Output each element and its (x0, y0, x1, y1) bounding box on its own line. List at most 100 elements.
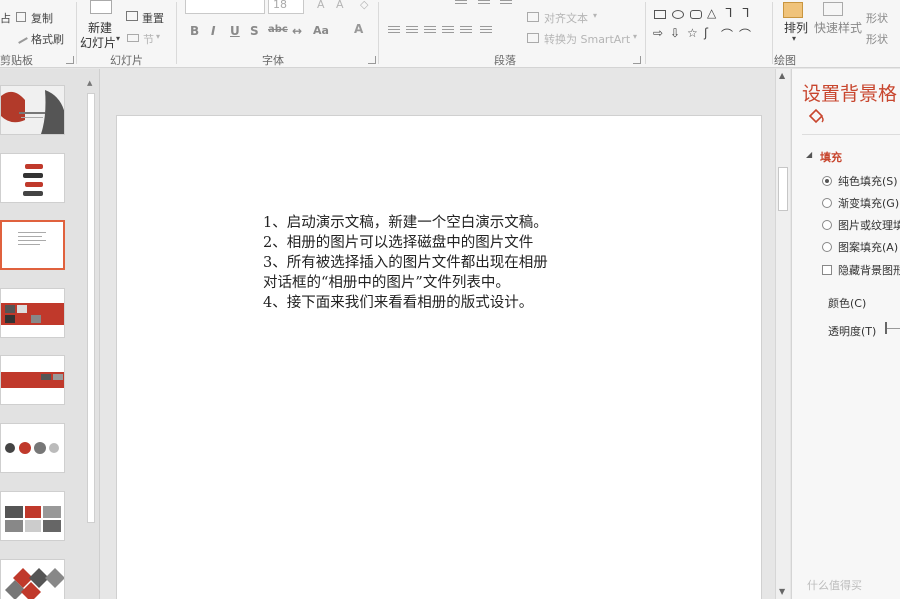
paint-bucket-icon[interactable] (806, 107, 826, 127)
font-size-input[interactable]: 18 (268, 0, 304, 14)
slide-scroll-thumb[interactable] (778, 167, 788, 211)
line-spacing-icon[interactable] (500, 0, 512, 10)
slide-text-box[interactable]: 1、启动演示文稿，新建一个空白演示文稿。 2、相册的图片可以选择磁盘中的图片文件… (263, 213, 553, 313)
quick-styles-button[interactable]: 快速样式 (814, 19, 862, 36)
curve-shape-icon[interactable]: ʃ (704, 26, 708, 40)
down-arrow-shape-icon[interactable]: ⇩ (670, 26, 680, 40)
arc-shape-icon[interactable]: ⌒ (721, 26, 733, 43)
thumbnail-scroll-thumb[interactable] (87, 93, 95, 523)
slide-paragraph[interactable]: 3、所有被选择插入的图片文件都出现在相册对话框的“相册中的图片”文件列表中。 (263, 253, 553, 293)
scroll-up-arrow-icon[interactable]: ▲ (87, 79, 92, 87)
clipboard-launcher-icon[interactable] (66, 56, 74, 64)
slide-editing-area: 1、启动演示文稿，新建一个空白演示文稿。 2、相册的图片可以选择磁盘中的图片文件… (101, 69, 775, 599)
chevron-down-icon: ▾ (593, 11, 598, 20)
align-text-button[interactable]: 对齐文本 (544, 10, 588, 26)
oval-shape-icon[interactable] (672, 10, 684, 19)
divider (802, 134, 900, 135)
new-slide-dropdown[interactable]: 幻灯片 (80, 34, 116, 51)
underline-button[interactable]: U (230, 24, 240, 38)
pattern-fill-radio[interactable] (822, 242, 832, 252)
shape-fill-button[interactable]: 形状 (866, 10, 888, 26)
paragraph-launcher-icon[interactable] (633, 56, 641, 64)
paste-fragment[interactable]: 占 (0, 10, 11, 26)
separator (76, 2, 77, 64)
slide-thumbnail-5[interactable] (0, 355, 65, 405)
picture-fill-label[interactable]: 图片或纹理填 (838, 217, 900, 233)
shape-outline-button[interactable]: 形状 (866, 31, 888, 47)
indent-icon[interactable] (455, 0, 467, 10)
slide-thumbnail-3[interactable] (0, 220, 65, 270)
slide-thumbnail-8[interactable] (0, 559, 65, 599)
thumbnail-scrollbar[interactable]: ▲ (84, 79, 98, 599)
section-button[interactable]: 节 (143, 31, 154, 47)
format-painter-icon (14, 30, 28, 44)
format-painter-button[interactable]: 格式刷 (31, 31, 64, 47)
solid-fill-radio[interactable] (822, 176, 832, 186)
font-launcher-icon[interactable] (368, 56, 376, 64)
slide-paragraph[interactable]: 2、相册的图片可以选择磁盘中的图片文件 (263, 233, 553, 253)
thumb-4-art (1, 303, 64, 325)
justify-icon[interactable] (442, 26, 454, 36)
shrink-font-icon[interactable]: A (336, 0, 344, 11)
align-center-icon[interactable] (406, 26, 418, 36)
shadow-button[interactable]: S (250, 24, 259, 38)
align-right-icon[interactable] (424, 26, 436, 36)
italic-button[interactable]: I (211, 24, 215, 38)
strikethrough-button[interactable]: abc (268, 24, 288, 35)
gradient-fill-radio[interactable] (822, 198, 832, 208)
char-spacing-icon[interactable]: ↔ (292, 24, 302, 38)
collapse-triangle-icon[interactable]: ◢ (806, 150, 812, 159)
hide-background-checkbox[interactable] (822, 265, 832, 275)
section-icon (127, 34, 139, 42)
pattern-fill-label[interactable]: 图案填充(A) (838, 239, 898, 255)
slides-group-label: 幻灯片 (110, 54, 143, 67)
rectangle-shape-icon[interactable] (654, 10, 666, 19)
slide-thumbnail-7[interactable] (0, 491, 65, 541)
bold-button[interactable]: B (190, 24, 199, 38)
slide-vertical-scrollbar[interactable]: ▲ ▼ (775, 69, 790, 599)
slide-thumbnail-2[interactable] (0, 153, 65, 203)
convert-smartart-button[interactable]: 转换为 SmartArt (544, 31, 630, 47)
picture-fill-radio[interactable] (822, 220, 832, 230)
grow-font-icon[interactable]: A (317, 0, 325, 11)
copy-button[interactable]: 复制 (31, 10, 53, 26)
solid-fill-label[interactable]: 纯色填充(S) (838, 173, 898, 189)
reset-button[interactable]: 重置 (142, 10, 164, 26)
new-slide-icon (90, 0, 112, 14)
align-left-icon[interactable] (388, 26, 400, 36)
scroll-up-arrow-icon[interactable]: ▲ (779, 71, 785, 80)
triangle-shape-icon[interactable]: △ (707, 6, 716, 20)
color-label: 颜色(C) (828, 297, 867, 310)
rounded-rect-shape-icon[interactable] (690, 10, 702, 19)
elbow-connector-icon[interactable]: ᒣ (725, 6, 732, 20)
outdent-icon[interactable] (478, 0, 490, 10)
slide-thumbnail-6[interactable] (0, 423, 65, 473)
change-case-button[interactable]: Aa (313, 24, 329, 37)
brace-shape-icon[interactable]: ⌒ (739, 26, 751, 43)
chevron-down-icon: ▾ (792, 34, 797, 43)
slide-canvas[interactable]: 1、启动演示文稿，新建一个空白演示文稿。 2、相册的图片可以选择磁盘中的图片文件… (116, 115, 762, 599)
gradient-fill-label[interactable]: 渐变填充(G) (838, 195, 899, 211)
hide-background-label[interactable]: 隐藏背景图形 (838, 262, 900, 278)
star-shape-icon[interactable]: ☆ (687, 26, 698, 40)
fill-section-header[interactable]: 填充 (820, 149, 842, 165)
slide-paragraph[interactable]: 4、接下面来我们来看看相册的版式设计。 (263, 293, 553, 313)
elbow-arrow-icon[interactable]: ᒣ (742, 6, 749, 20)
separator (378, 2, 379, 64)
slide-thumbnail-4[interactable] (0, 288, 65, 338)
thumb-2-art (23, 164, 43, 196)
slide-thumbnail-1[interactable] (0, 85, 65, 135)
slide-paragraph[interactable]: 1、启动演示文稿，新建一个空白演示文稿。 (263, 213, 553, 233)
right-arrow-shape-icon[interactable]: ⇨ (653, 26, 663, 40)
watermark: 什么值得买 (791, 577, 900, 593)
font-group-label: 字体 (262, 54, 284, 67)
columns-icon[interactable] (480, 26, 492, 36)
scroll-down-arrow-icon[interactable]: ▼ (779, 587, 785, 596)
font-name-input[interactable] (185, 0, 265, 14)
smartart-icon (527, 33, 539, 43)
transparency-slider-track[interactable] (887, 328, 900, 329)
distributed-icon[interactable] (460, 26, 472, 36)
font-color-icon[interactable]: A (354, 22, 363, 36)
slide-thumbnail-pane: ▲ (0, 69, 100, 599)
clear-format-icon[interactable]: ◇ (360, 0, 368, 11)
